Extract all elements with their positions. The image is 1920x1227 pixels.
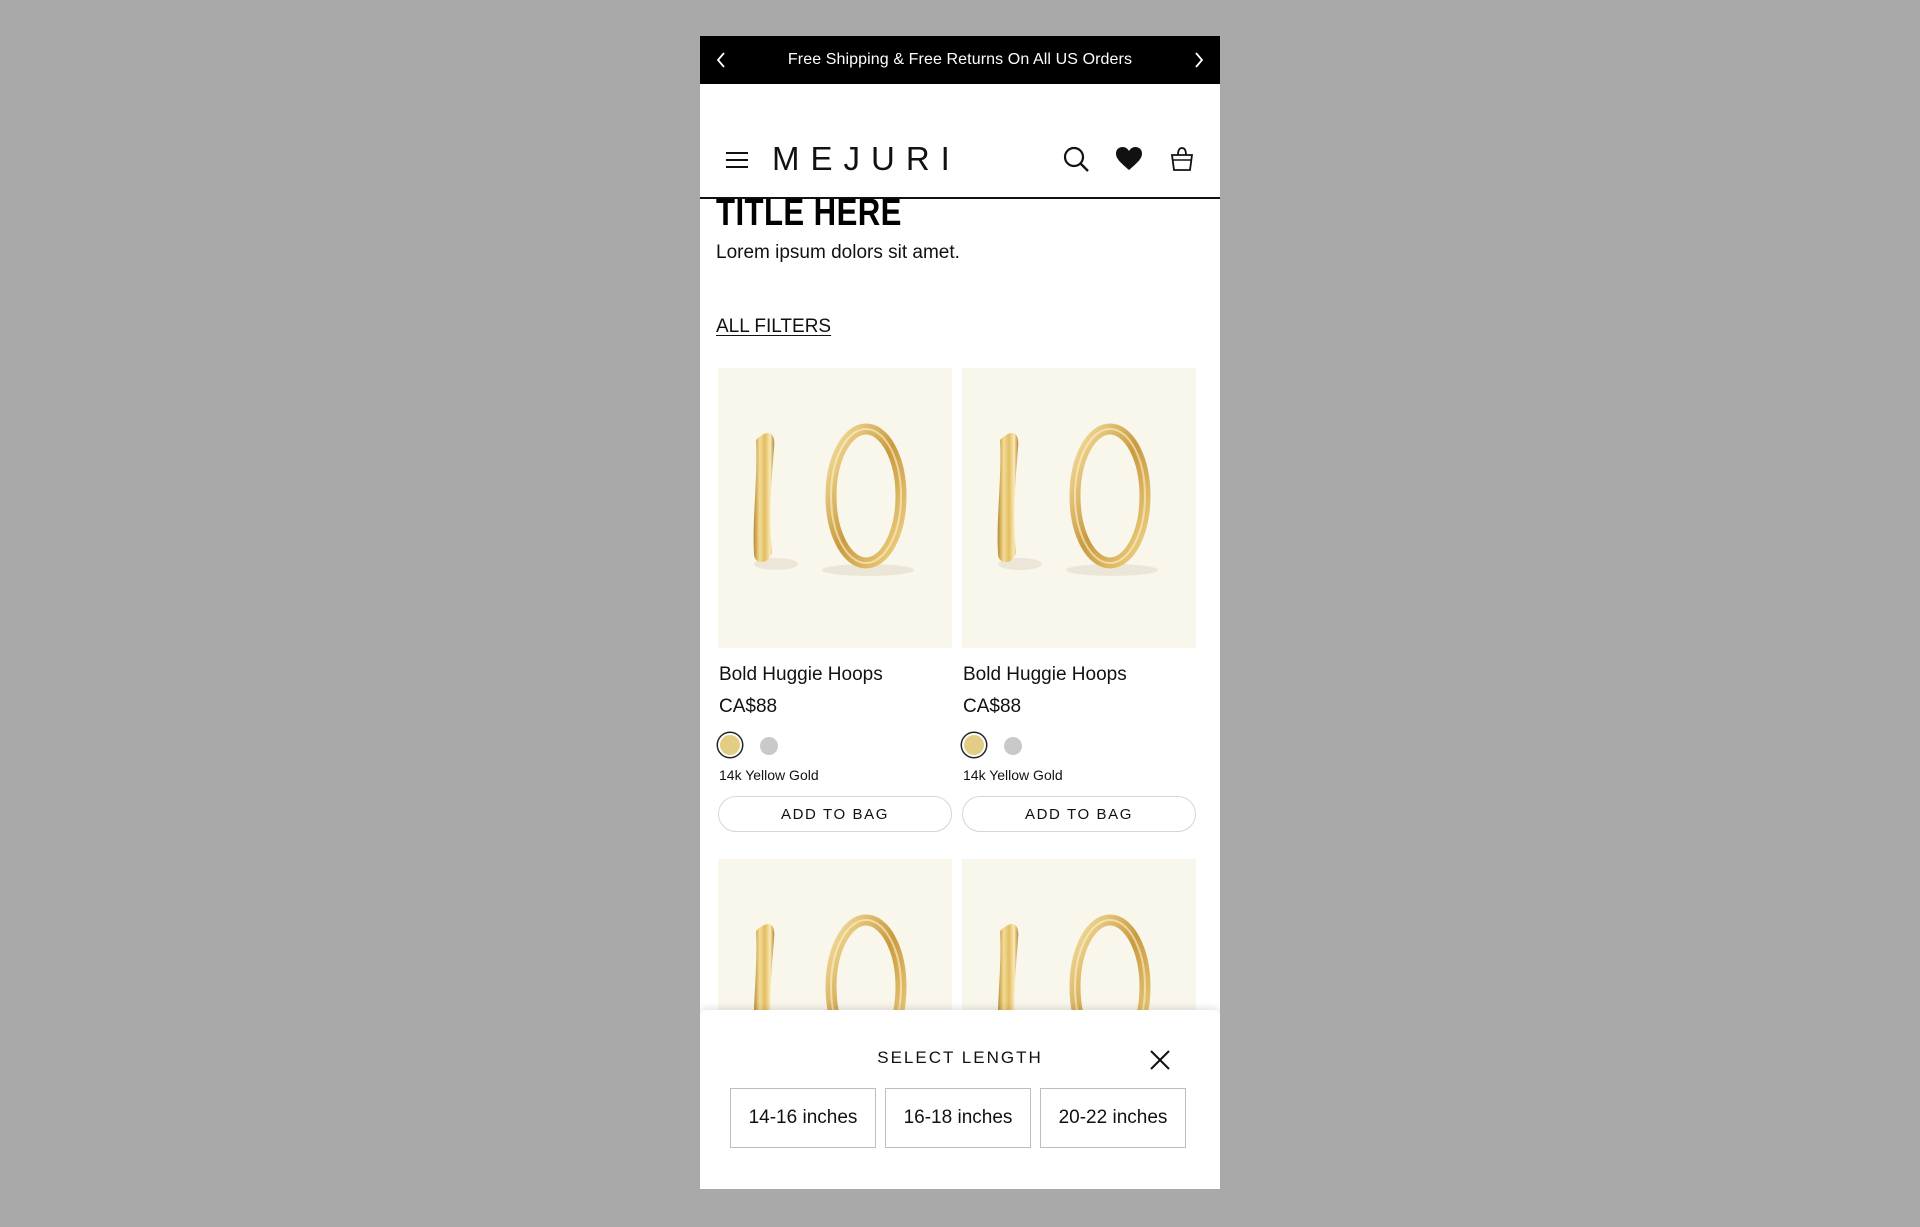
announcement-bar: Free Shipping & Free Returns On All US O… — [700, 36, 1220, 84]
length-option-20-22[interactable]: 20-22 inches — [1040, 1088, 1186, 1148]
metal-label: 14k Yellow Gold — [719, 767, 819, 783]
product-name[interactable]: Bold Huggie Hoops — [719, 664, 883, 686]
page-subtitle: Lorem ipsum dolors sit amet. — [716, 242, 960, 263]
select-length-sheet: SELECT LENGTH 14-16 inches 16-18 inches … — [700, 1010, 1220, 1189]
metal-label: 14k Yellow Gold — [963, 767, 1063, 783]
brand-logo[interactable]: MEJURI — [772, 140, 961, 178]
close-icon[interactable] — [1148, 1048, 1172, 1072]
swatch-yellow-gold[interactable] — [718, 733, 742, 757]
swatch-yellow-gold[interactable] — [962, 733, 986, 757]
length-option-16-18[interactable]: 16-18 inches — [885, 1088, 1031, 1148]
product-image[interactable] — [962, 368, 1196, 648]
menu-icon[interactable] — [725, 149, 749, 171]
sheet-title: SELECT LENGTH — [877, 1048, 1043, 1067]
page-title: TITLE HERE — [716, 192, 902, 234]
mobile-page: Free Shipping & Free Returns On All US O… — [700, 36, 1220, 1189]
announcement-text: Free Shipping & Free Returns On All US O… — [787, 51, 1133, 68]
product-name[interactable]: Bold Huggie Hoops — [963, 664, 1127, 686]
length-option-14-16[interactable]: 14-16 inches — [730, 1088, 876, 1148]
product-image[interactable] — [718, 368, 952, 648]
add-to-bag-button[interactable]: ADD TO BAG — [962, 796, 1196, 832]
heart-icon[interactable] — [1115, 145, 1143, 173]
swatch-silver[interactable] — [760, 737, 778, 755]
site-header: MEJURI — [700, 84, 1220, 199]
product-price: CA$88 — [963, 696, 1022, 717]
all-filters-link[interactable]: ALL FILTERS — [716, 316, 831, 338]
product-price: CA$88 — [719, 696, 778, 717]
shopping-bag-icon[interactable] — [1168, 145, 1196, 173]
swatch-silver[interactable] — [1004, 737, 1022, 755]
add-to-bag-button[interactable]: ADD TO BAG — [718, 796, 952, 832]
search-icon[interactable] — [1062, 145, 1090, 173]
chevron-right-icon[interactable] — [1189, 50, 1209, 70]
